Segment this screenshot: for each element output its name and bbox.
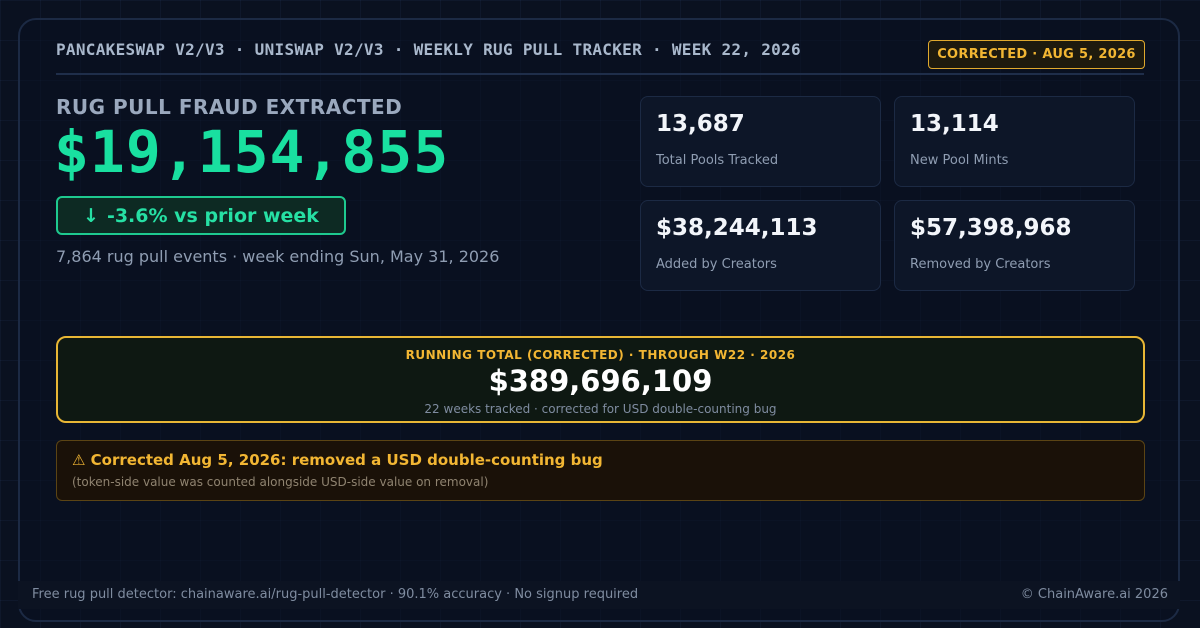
events-summary: 7,864 rug pull events · week ending Sun,…: [56, 247, 500, 266]
arrow-down-icon: ↓: [83, 204, 99, 227]
correction-notice: ⚠ Corrected Aug 5, 2026: removed a USD d…: [56, 440, 1145, 501]
running-total-note: 22 weeks tracked · corrected for USD dou…: [424, 402, 777, 416]
fraud-extracted-label: RUG PULL FRAUD EXTRACTED: [56, 95, 403, 119]
header-divider: [56, 73, 1144, 75]
stat-value: $57,398,968: [910, 215, 1072, 241]
stat-card-added-by-creators: $38,244,113 Added by Creators: [640, 200, 881, 291]
fraud-extracted-value: $19,154,855: [54, 118, 450, 186]
stat-label: Total Pools Tracked: [656, 153, 779, 168]
correction-notice-title: ⚠ Corrected Aug 5, 2026: removed a USD d…: [72, 451, 603, 469]
footer-copyright: © ChainAware.ai 2026: [1020, 587, 1168, 602]
page-title: PANCAKESWAP V2/V3 · UNISWAP V2/V3 · WEEK…: [56, 40, 801, 59]
stat-card-total-pools: 13,687 Total Pools Tracked: [640, 96, 881, 187]
running-total-value: $389,696,109: [488, 364, 713, 398]
stat-card-new-mints: 13,114 New Pool Mints: [894, 96, 1135, 187]
running-total-label: RUNNING TOTAL (CORRECTED) · THROUGH W22 …: [405, 348, 796, 362]
stat-label: Added by Creators: [656, 257, 777, 272]
stat-value: $38,244,113: [656, 215, 818, 241]
stat-value: 13,687: [656, 111, 745, 137]
stat-label: New Pool Mints: [910, 153, 1009, 168]
footer-detector-link[interactable]: Free rug pull detector: chainaware.ai/ru…: [32, 587, 638, 602]
weekly-change-text: -3.6% vs prior week: [106, 204, 319, 227]
stat-value: 13,114: [910, 111, 999, 137]
stat-label: Removed by Creators: [910, 257, 1051, 272]
corrected-badge: CORRECTED · AUG 5, 2026: [928, 40, 1145, 69]
footer: Free rug pull detector: chainaware.ai/ru…: [18, 581, 1180, 609]
weekly-change-badge: ↓ -3.6% vs prior week: [56, 196, 346, 235]
stat-card-removed-by-creators: $57,398,968 Removed by Creators: [894, 200, 1135, 291]
running-total-panel: RUNNING TOTAL (CORRECTED) · THROUGH W22 …: [56, 336, 1145, 423]
correction-notice-detail: (token-side value was counted alongside …: [72, 475, 489, 489]
